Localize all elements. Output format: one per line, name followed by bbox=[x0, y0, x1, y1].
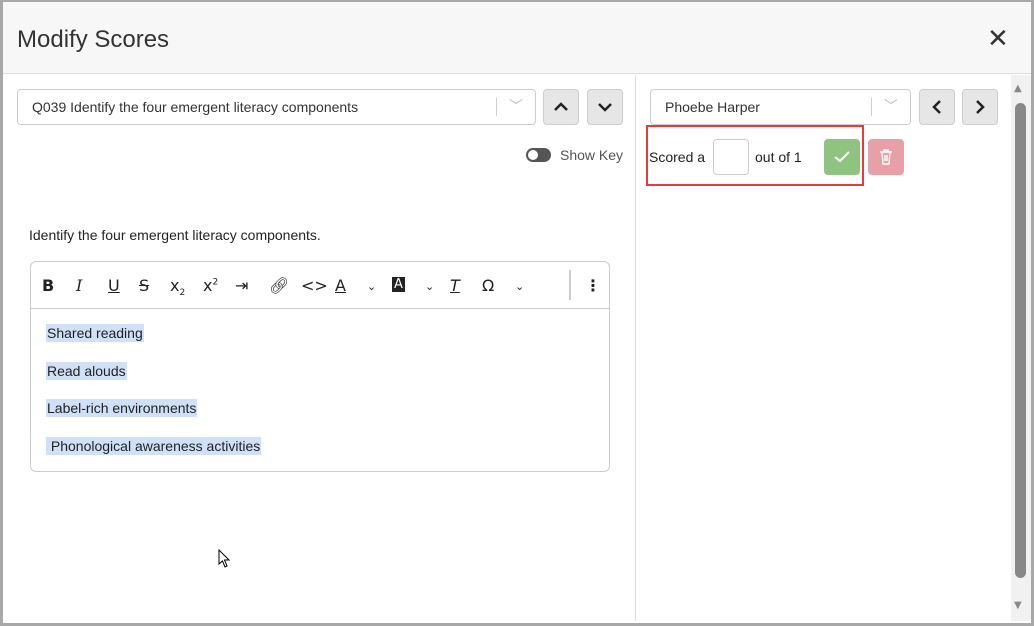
clear-format-icon[interactable]: T bbox=[450, 276, 460, 295]
chevron-down-icon[interactable]: ⌄ bbox=[425, 280, 434, 293]
score-suffix: out of 1 bbox=[755, 149, 802, 165]
italic-icon[interactable]: I bbox=[76, 276, 82, 295]
question-prompt: Identify the four emergent literacy comp… bbox=[29, 227, 321, 243]
indent-icon[interactable]: ⇥ bbox=[235, 276, 248, 295]
underline-icon[interactable]: U bbox=[108, 276, 120, 295]
trash-icon bbox=[880, 149, 892, 165]
show-key-toggle[interactable] bbox=[526, 148, 551, 162]
answer-line: Phonological awareness activities bbox=[46, 437, 262, 455]
next-question-button[interactable] bbox=[587, 89, 623, 125]
previous-question-button[interactable] bbox=[543, 89, 579, 125]
scroll-down-icon[interactable]: ▼ bbox=[1014, 600, 1022, 611]
score-input[interactable] bbox=[713, 139, 749, 175]
question-select[interactable]: Q039 Identify the four emergent literacy… bbox=[17, 89, 536, 125]
scroll-up-icon[interactable]: ▲ bbox=[1014, 83, 1022, 94]
chevron-down-icon: ﹀ bbox=[884, 98, 898, 114]
student-select-value: Phoebe Harper bbox=[665, 99, 760, 115]
superscript-icon[interactable]: x2 bbox=[203, 276, 218, 295]
delete-score-button[interactable] bbox=[868, 139, 904, 175]
answer-line: Shared reading bbox=[46, 324, 144, 342]
chevron-up-icon bbox=[554, 102, 568, 111]
strikethrough-icon[interactable]: S bbox=[139, 276, 149, 295]
dialog-header: Modify Scores ✕ bbox=[3, 2, 1031, 74]
scrollbar-thumb[interactable] bbox=[1015, 103, 1026, 578]
chevron-down-icon: ﹀ bbox=[509, 98, 523, 114]
answer-editor[interactable]: B I U S x2 x2 ⇥ 🔗︎ <> A ⌄ A ⌄ T Ω ⌄ ⋮ Sh… bbox=[30, 261, 610, 472]
pane-divider bbox=[635, 75, 636, 621]
chevron-down-icon[interactable]: ⌄ bbox=[515, 280, 524, 293]
chevron-left-icon bbox=[932, 100, 941, 114]
editor-toolbar: B I U S x2 x2 ⇥ 🔗︎ <> A ⌄ A ⌄ T Ω ⌄ ⋮ bbox=[31, 262, 609, 309]
check-icon bbox=[834, 151, 850, 163]
question-select-value: Q039 Identify the four emergent literacy… bbox=[32, 99, 359, 115]
chevron-right-icon bbox=[976, 100, 985, 114]
text-color-icon[interactable]: A bbox=[335, 276, 346, 295]
scrollbar[interactable]: ▲ ▼ bbox=[1011, 75, 1031, 621]
more-options-icon[interactable]: ⋮ bbox=[585, 276, 601, 295]
answer-line: Read alouds bbox=[46, 362, 127, 380]
close-icon[interactable]: ✕ bbox=[987, 24, 1009, 54]
next-student-button[interactable] bbox=[962, 89, 998, 125]
subscript-icon[interactable]: x2 bbox=[170, 276, 185, 298]
answer-line: Label-rich environments bbox=[46, 399, 198, 417]
show-key-label: Show Key bbox=[560, 147, 624, 163]
highlight-color-icon[interactable]: A bbox=[392, 277, 405, 292]
bold-icon[interactable]: B bbox=[42, 276, 54, 295]
student-select[interactable]: Phoebe Harper ﹀ bbox=[650, 89, 911, 125]
chevron-down-icon[interactable]: ⌄ bbox=[367, 280, 376, 293]
chevron-down-icon bbox=[598, 103, 612, 112]
link-icon[interactable]: 🔗︎ bbox=[269, 276, 289, 295]
previous-student-button[interactable] bbox=[919, 89, 955, 125]
score-prefix: Scored a bbox=[649, 149, 706, 165]
code-icon[interactable]: <> bbox=[301, 276, 328, 295]
mouse-cursor-icon bbox=[218, 549, 231, 568]
special-character-icon[interactable]: Ω bbox=[482, 276, 494, 295]
save-score-button[interactable] bbox=[824, 139, 860, 175]
dialog-title: Modify Scores bbox=[17, 26, 170, 53]
